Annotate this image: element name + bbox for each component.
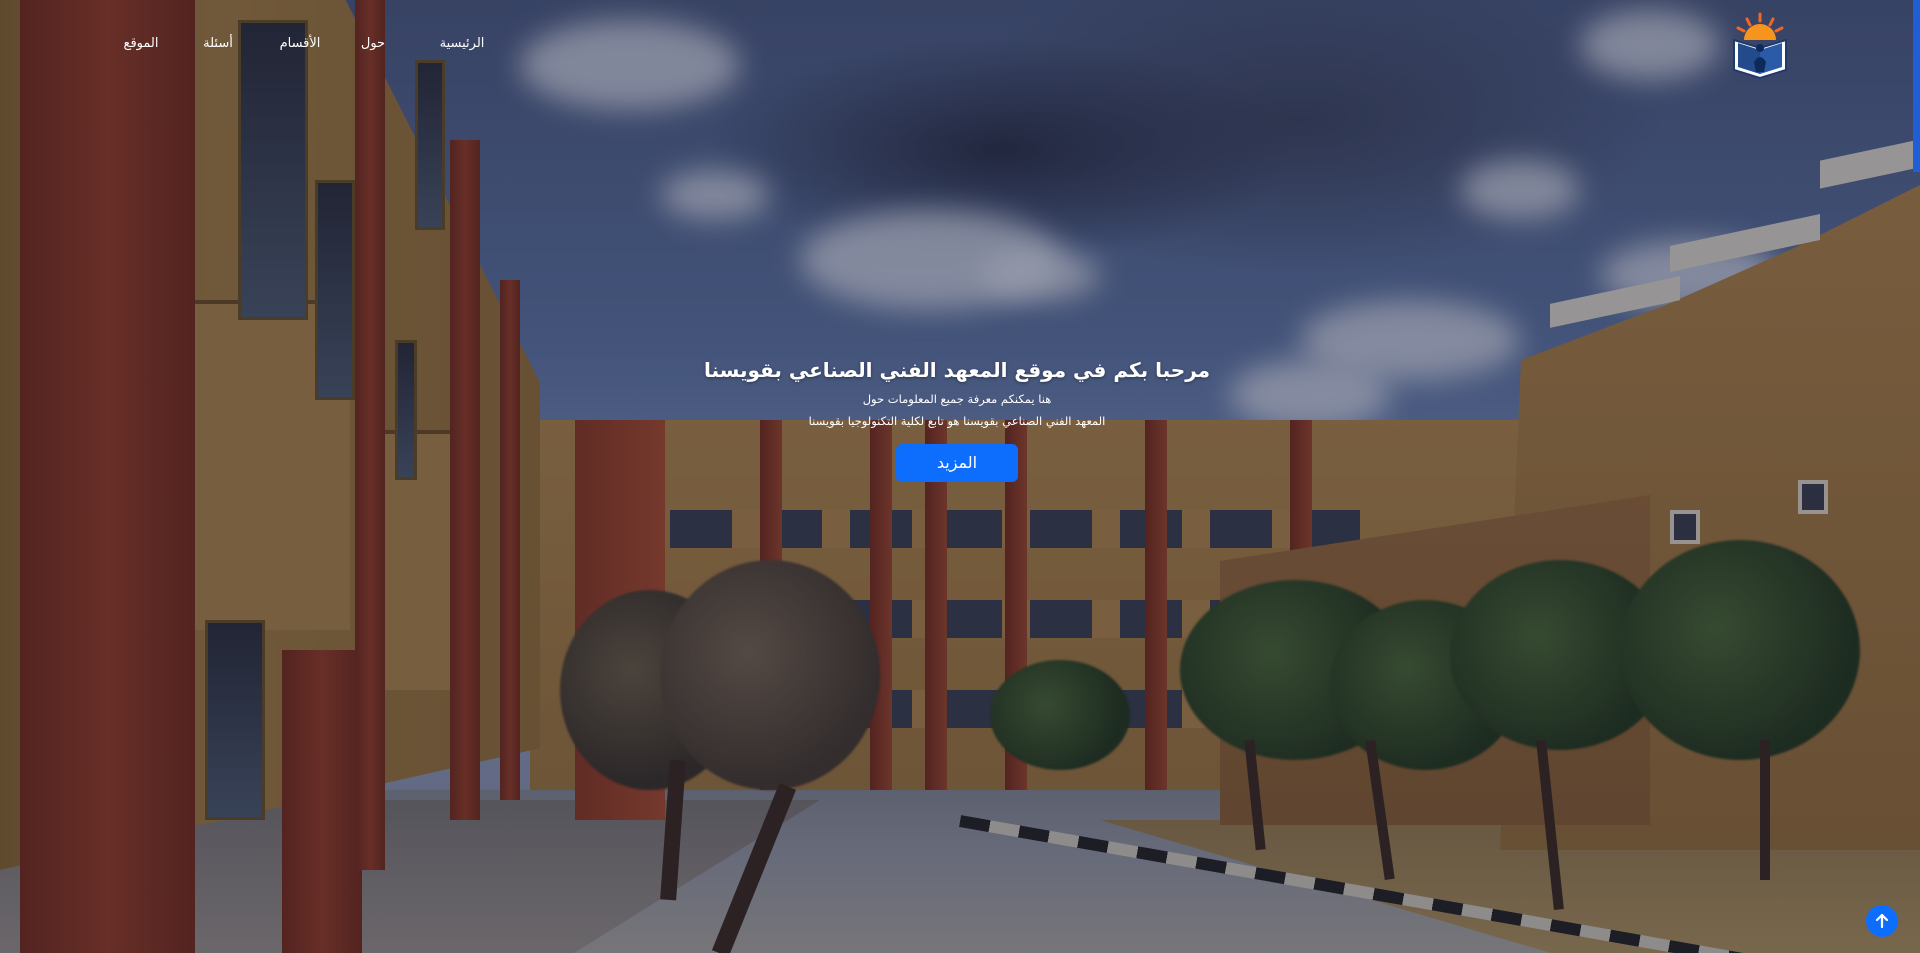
book-sun-logo-icon[interactable] [1730, 12, 1790, 80]
hero-title: مرحبا بكم في موقع المعهد الفني الصناعي ب… [703, 358, 1211, 382]
more-button[interactable]: المزيد [896, 444, 1018, 482]
nav-about[interactable]: حول [353, 34, 393, 53]
nav-departments[interactable]: الأقسام [270, 34, 330, 53]
nav-home[interactable]: الرئيسية [432, 34, 492, 53]
hero-content: مرحبا بكم في موقع المعهد الفني الصناعي ب… [0, 353, 1914, 482]
site-header: الرئيسية حول الأقسام أسئلة الموقع [0, 0, 1920, 92]
hero-subtitle-line1: هنا يمكنكم معرفة جميع المعلومات حول [862, 392, 1052, 406]
nav-location[interactable]: الموقع [115, 34, 167, 53]
back-to-top-button[interactable] [1866, 905, 1898, 937]
scroll-indicator[interactable] [1913, 0, 1920, 172]
arrow-up-icon [1874, 913, 1890, 929]
nav-faq[interactable]: أسئلة [193, 34, 243, 53]
hero-subtitle-line2: المعهد الفني الصناعي بقويسنا هو تابع لكل… [808, 414, 1106, 428]
